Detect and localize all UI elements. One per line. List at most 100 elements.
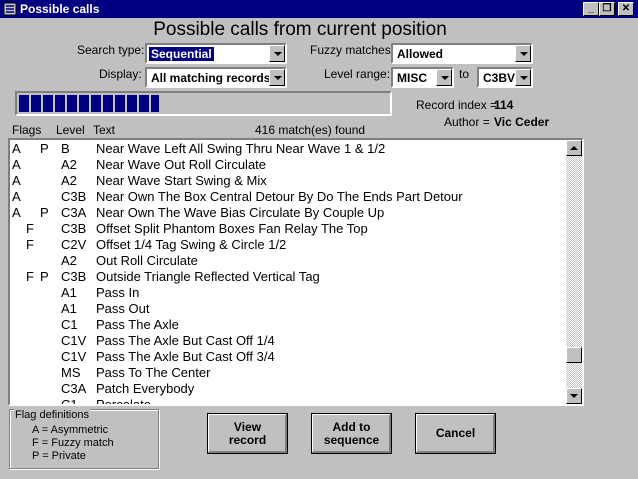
row-level: B [61,141,70,156]
row-text: Offset Split Phantom Boxes Fan Relay The… [96,221,368,236]
row-level: C1V [61,333,87,348]
search-type-label: Search type: [77,43,145,57]
calls-list[interactable]: A P B Near Wave Left All Swing Thru Near Wa… [8,138,584,406]
fuzzy-matches-label: Fuzzy matches: [310,43,395,57]
app-icon [3,2,17,16]
author-label: Author = [444,115,490,129]
search-type-value: Sequential [148,46,215,62]
row-level: A1 [61,285,77,300]
view-record-button[interactable]: View record [207,413,288,454]
flag-definition-private: P = Private [32,450,86,462]
search-type-select[interactable]: Sequential [145,43,287,64]
row-text: Near Own The Wave Bias Circulate By Coup… [96,205,385,220]
display-select[interactable]: All matching records [145,67,287,88]
row-level: A2 [61,253,77,268]
record-index-value: 114 [494,98,514,112]
chevron-down-icon[interactable] [269,45,285,62]
row-flag-asymmetric: A [12,157,21,172]
add-to-sequence-label-2: sequence [323,432,380,447]
column-header-level: Level [56,123,85,137]
progress-fill [19,95,159,112]
row-text: Near Own The Box Central Detour By Do Th… [96,189,463,204]
row-level: A2 [61,157,77,172]
row-level: MS [61,365,81,380]
flag-definition-asymmetric: A = Asymmetric [32,424,109,436]
level-range-label: Level range: [324,67,391,81]
level-to-select[interactable]: C3BV [477,67,533,88]
level-from-select[interactable]: MISC [391,67,454,88]
vertical-scrollbar[interactable] [566,140,582,404]
row-text: Pass The Axle But Cast Off 3/4 [96,349,275,364]
match-count: 416 match(es) found [255,123,366,137]
flag-definition-fuzzy: F = Fuzzy match [32,437,114,449]
row-text: Pass The Axle But Cast Off 1/4 [96,333,275,348]
row-level: C3A [61,205,87,220]
row-text: Patch Everybody [96,381,195,396]
author-value: Vic Ceder [494,115,550,129]
row-text: Near Wave Left All Swing Thru Near Wave … [96,141,386,156]
minimize-button[interactable]: _ [583,2,599,16]
restore-button[interactable]: ❐ [599,2,615,16]
cancel-label: Cancel [435,426,476,440]
row-level: C3A [61,381,87,396]
row-level: C3B [61,269,87,284]
row-level: C3B [61,189,87,204]
row-flag-fuzzy: F [26,237,34,252]
column-header-text: Text [93,123,116,137]
add-to-sequence-label-1: Add to [332,419,371,434]
row-text: Pass In [96,285,140,300]
row-level: C1 [61,397,78,406]
row-flag-fuzzy: F [26,269,34,284]
fuzzy-matches-select[interactable]: Allowed [391,43,533,64]
row-flag-asymmetric: A [12,173,21,188]
row-level: A2 [61,173,77,188]
add-to-sequence-button[interactable]: Add to sequence [311,413,392,454]
scroll-down-arrow-icon[interactable] [566,388,582,404]
chevron-down-icon[interactable] [436,69,452,86]
level-to-label: to [459,67,470,81]
display-label: Display: [99,67,142,81]
row-flag-fuzzy: F [26,221,34,236]
row-text: Percolate [96,397,151,406]
row-text: Pass The Axle [96,317,179,332]
row-level: C3B [61,221,87,236]
level-from-value: MISC [397,71,427,85]
row-level: A1 [61,301,77,316]
row-flag-asymmetric: A [12,189,21,204]
close-button[interactable]: ✕ [618,2,634,16]
row-level: C2V [61,237,87,252]
window-title: Possible calls [20,2,100,16]
row-flag-asymmetric: A [12,141,21,156]
row-flag-private: P [40,205,49,220]
view-record-label-1: View [233,419,262,434]
column-header-flags: Flags [12,123,42,137]
row-text: Pass To The Center [96,365,211,380]
row-text: Out Roll Circulate [96,253,198,268]
flag-definitions-title: Flag definitions [14,409,90,421]
cancel-button[interactable]: Cancel [415,413,496,454]
view-record-label-2: record [228,432,267,447]
display-value: All matching records [151,71,271,85]
row-text: Offset 1/4 Tag Swing & Circle 1/2 [96,237,287,252]
page-title: Possible calls from current position [153,19,447,40]
row-flag-private: P [40,141,49,156]
flag-definitions-group: Flag definitions A = Asymmetric F = Fuzz… [9,409,159,469]
fuzzy-matches-value: Allowed [397,47,444,61]
scroll-up-arrow-icon[interactable] [566,140,582,156]
chevron-down-icon[interactable] [515,69,531,86]
row-text: Outside Triangle Reflected Vertical Tag [96,269,320,284]
row-text: Near Wave Out Roll Circulate [96,157,267,172]
scroll-thumb[interactable] [566,347,582,363]
row-level: C1V [61,349,87,364]
row-flag-asymmetric: A [12,205,21,220]
row-text: Pass Out [96,301,150,316]
row-flag-private: P [40,269,49,284]
row-text: Near Wave Start Swing & Mix [96,173,267,188]
title-bar: Possible calls _ ❐ ✕ [0,0,638,18]
search-progress-bar [15,91,392,116]
chevron-down-icon[interactable] [515,45,531,62]
row-level: C1 [61,317,78,332]
level-to-value: C3BV [483,71,516,85]
record-index-label: Record index = [416,98,498,112]
chevron-down-icon[interactable] [269,69,285,86]
